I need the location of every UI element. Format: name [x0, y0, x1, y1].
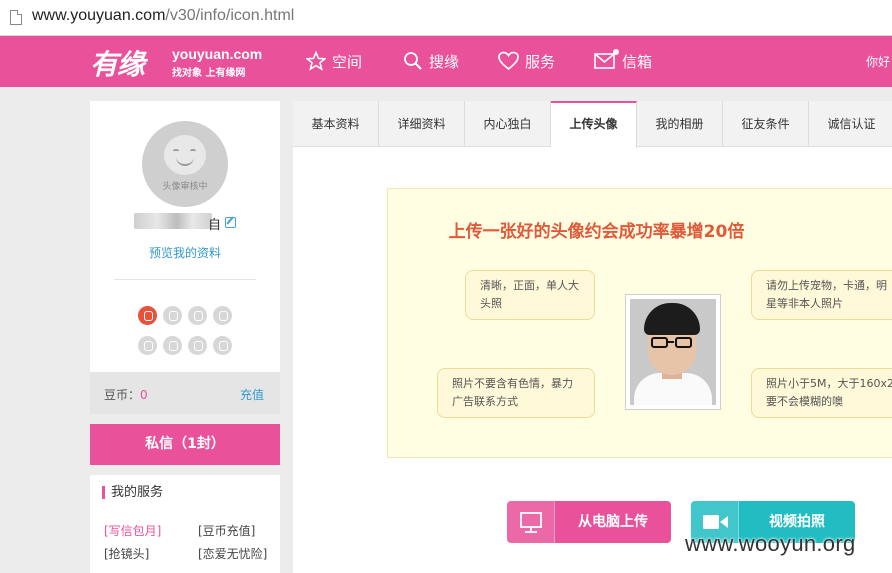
nav-space-label: 空间 [332, 52, 363, 71]
upload-tips-panel: 上传一张好的头像约会成功率暴增20倍 清晰，正面，单人大头照 请勿上传宠物，卡通… [387, 188, 892, 458]
recharge-link[interactable]: 充值 [240, 386, 264, 403]
services-title: 我的服务 [102, 486, 163, 499]
tab-partner-criteria[interactable]: 征友条件 [723, 101, 809, 147]
nav-space[interactable]: 空间 [306, 50, 362, 72]
url-text[interactable]: www.youyuan.com/v30/info/icon.html [32, 7, 294, 25]
main-panel: 基本资料 详细资料 内心独白 上传头像 我的相册 征友条件 诚信认证 上传一张好… [293, 101, 892, 573]
top-nav: 有缘 youyuan.com 找对象 上有缘网 空间 搜缘 服务 信箱 你好 [0, 36, 892, 87]
tip-bubble: 照片小于5M，大于160x2要不会模糊的噢 [751, 368, 892, 418]
tab-upload-avatar[interactable]: 上传头像 [551, 101, 637, 148]
my-services: 我的服务 [写信包月] [豆币充值] [抢镜头] [恋爱无忧险] [90, 475, 280, 573]
star-icon [306, 51, 326, 71]
user-verify-icon[interactable] [138, 306, 157, 325]
greeting: 你好 [866, 55, 891, 69]
preview-profile-link[interactable]: 预览我的资料 [90, 244, 280, 261]
vip-icon[interactable] [188, 336, 207, 355]
tab-bar: 基本资料 详细资料 内心独白 上传头像 我的相册 征友条件 诚信认证 [293, 101, 892, 148]
tab-credibility[interactable]: 诚信认证 [809, 101, 892, 147]
tip-bubble: 照片不要含有色情，暴力广告联系方式 [437, 368, 595, 418]
tab-basic-info[interactable]: 基本资料 [293, 101, 379, 147]
monitor-icon [520, 512, 542, 533]
tab-album[interactable]: 我的相册 [637, 101, 723, 147]
avatar-placeholder-icon [164, 135, 206, 175]
mail-icon [594, 53, 615, 69]
logo-slogan: 找对象 上有缘网 [172, 68, 246, 79]
phone-verify-icon[interactable] [188, 306, 207, 325]
logo-domain: youyuan.com [172, 46, 263, 62]
leaf-icon[interactable] [163, 336, 182, 355]
nav-search-label: 搜缘 [429, 52, 460, 71]
service-link[interactable]: [豆币充值] [198, 522, 255, 539]
nav-mailbox-label: 信箱 [622, 52, 653, 71]
coin-balance: 豆币：0 充值 [90, 372, 280, 414]
page-icon [10, 10, 22, 25]
watermark: www.wooyun.org [685, 531, 856, 556]
nav-service[interactable]: 服务 [498, 50, 555, 72]
nav-mailbox[interactable]: 信箱 [594, 50, 652, 72]
nickname-blurred [134, 213, 212, 229]
sample-avatar-photo [625, 294, 721, 410]
member-icon[interactable] [213, 336, 232, 355]
tab-detail-info[interactable]: 详细资料 [379, 101, 465, 147]
tip-bubble: 请勿上传宠物，卡通，明星等非本人照片 [751, 270, 892, 320]
coin-label: 豆币： [104, 388, 141, 402]
profile-card: 头像审核中 自 预览我的资料 [90, 101, 280, 372]
edit-icon[interactable] [225, 217, 236, 228]
nav-service-label: 服务 [525, 52, 556, 71]
search-icon [404, 52, 422, 70]
service-link[interactable]: [抢镜头] [104, 545, 149, 562]
upload-headline: 上传一张好的头像约会成功率暴增20倍 [448, 222, 745, 242]
upload-from-computer-button[interactable]: 从电脑上传 [507, 501, 671, 543]
avatar[interactable]: 头像审核中 [142, 121, 228, 207]
private-message-button[interactable]: 私信（1封） [90, 424, 280, 465]
logo[interactable]: 有缘 [90, 43, 145, 83]
avatar-status: 头像审核中 [162, 182, 208, 192]
flower-icon[interactable] [138, 336, 157, 355]
coin-value: 0 [140, 388, 148, 402]
service-link[interactable]: [恋爱无忧险] [198, 545, 267, 562]
notification-dot [613, 49, 619, 55]
nickname-tail: 自 [208, 218, 222, 233]
nav-search[interactable]: 搜缘 [403, 50, 459, 72]
tab-monologue[interactable]: 内心独白 [465, 101, 551, 147]
edit-verify-icon[interactable] [163, 306, 182, 325]
browser-address-bar[interactable]: www.youyuan.com/v30/info/icon.html [0, 0, 892, 36]
service-link[interactable]: [写信包月] [104, 522, 161, 539]
heart-icon [498, 51, 519, 71]
tip-bubble: 清晰，正面，单人大头照 [465, 270, 595, 320]
id-verify-icon[interactable] [213, 306, 232, 325]
divider [114, 279, 256, 280]
upload-button-label: 从电脑上传 [578, 514, 648, 530]
